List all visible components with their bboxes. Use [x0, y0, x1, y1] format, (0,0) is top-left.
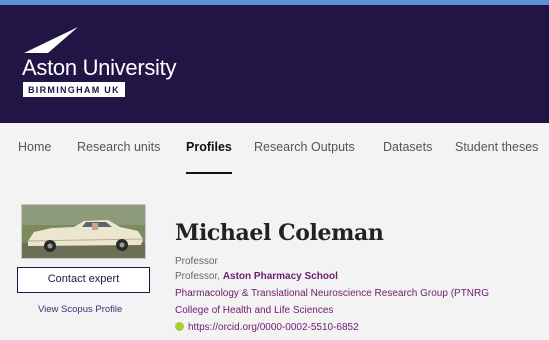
school-link[interactable]: Aston Pharmacy School: [223, 271, 338, 282]
profile-name: Michael Coleman: [175, 220, 384, 246]
view-scopus-profile-link[interactable]: View Scopus Profile: [38, 304, 122, 315]
aston-triangle-icon: [24, 27, 78, 53]
aston-university-logo[interactable]: Aston University BIRMINGHAM UK: [22, 27, 182, 107]
position-prefix: Professor,: [175, 271, 221, 282]
nav-research-units[interactable]: Research units: [77, 140, 160, 154]
orcid-link[interactable]: https://orcid.org/0000-0002-5510-6852: [188, 322, 359, 333]
profile-title: Professor: [175, 256, 218, 267]
nav-profiles[interactable]: Profiles: [186, 140, 232, 154]
contact-expert-button[interactable]: Contact expert: [17, 267, 150, 293]
main-nav: Home Research units Profiles Research Ou…: [0, 123, 549, 174]
orcid-row: https://orcid.org/0000-0002-5510-6852: [175, 322, 359, 333]
nav-home[interactable]: Home: [18, 140, 51, 154]
nav-active-indicator: [186, 172, 232, 174]
college-link[interactable]: College of Health and Life Sciences: [175, 305, 333, 316]
university-location-badge: BIRMINGHAM UK: [23, 82, 125, 97]
orcid-icon: [175, 322, 184, 331]
research-group-link[interactable]: Pharmacology & Translational Neuroscienc…: [175, 288, 489, 299]
site-header: Aston University BIRMINGHAM UK: [0, 5, 549, 123]
nav-datasets[interactable]: Datasets: [383, 140, 432, 154]
nav-research-outputs[interactable]: Research Outputs: [254, 140, 355, 154]
university-name: Aston University: [22, 55, 177, 80]
nav-student-theses[interactable]: Student theses: [455, 140, 538, 154]
profile-photo: [21, 204, 146, 259]
profile-position: Professor, Aston Pharmacy School: [175, 271, 338, 282]
